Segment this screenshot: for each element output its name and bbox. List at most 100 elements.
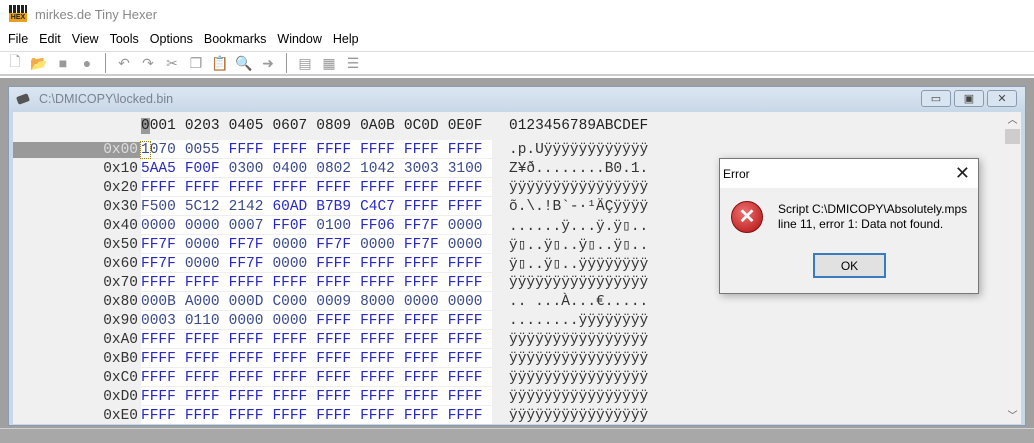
hex-word[interactable]: FFFF — [185, 275, 220, 291]
hex-word[interactable]: FFFF — [360, 180, 395, 196]
goto-icon[interactable]: ➜ — [259, 54, 277, 72]
menu-options[interactable]: Options — [146, 32, 200, 46]
view-record-icon[interactable]: ▦ — [320, 54, 338, 72]
row-ascii[interactable]: ÿÿÿÿÿÿÿÿÿÿÿÿÿÿÿÿ — [509, 180, 648, 196]
table-row[interactable]: 0xC0 FFFF FFFF FFFF FFFF FFFF FFFF FFFF FFFF ÿÿÿÿ… — [13, 370, 1013, 389]
hex-word[interactable]: 8000 — [360, 294, 395, 310]
paste-icon[interactable]: 📋 — [211, 54, 229, 72]
hex-word[interactable]: 5C12 — [185, 199, 220, 215]
open-folder-icon[interactable]: 📂 — [30, 54, 48, 72]
menu-bookmarks[interactable]: Bookmarks — [200, 32, 274, 46]
hex-word[interactable]: 0055 — [185, 142, 220, 158]
hex-word[interactable]: 0000 — [229, 313, 264, 329]
hex-word[interactable]: FFFF — [448, 275, 483, 291]
undo-icon[interactable]: ↶ — [115, 54, 133, 72]
hex-word[interactable]: FFFF — [316, 370, 351, 386]
hex-word[interactable]: F500 — [141, 199, 176, 215]
hex-word[interactable]: FFFF — [316, 332, 351, 348]
hex-word[interactable]: 0000 — [185, 256, 220, 272]
hex-word[interactable]: 3003 — [404, 161, 439, 177]
hex-word[interactable]: FFFF — [448, 408, 483, 424]
hex-word[interactable]: FFFF — [448, 351, 483, 367]
row-ascii[interactable]: ÿ▯..ÿ▯..ÿ▯..ÿ▯.. — [509, 237, 648, 254]
hex-word[interactable]: FFFF — [404, 199, 439, 215]
hex-word[interactable]: FFFF — [229, 180, 264, 196]
table-row[interactable]: 0xA0 FFFF FFFF FFFF FFFF FFFF FFFF FFFF FFFF ÿÿÿÿ… — [13, 332, 1013, 351]
hex-word[interactable]: FFFF — [360, 370, 395, 386]
hex-word[interactable]: FFFF — [185, 351, 220, 367]
hex-word[interactable]: FF0F — [272, 218, 307, 234]
hex-word[interactable]: FFFF — [229, 408, 264, 424]
hex-word[interactable]: 0000 — [448, 218, 483, 234]
hex-word[interactable]: C000 — [272, 294, 307, 310]
hex-word[interactable]: FF7F — [316, 237, 351, 253]
hex-word[interactable]: 2142 — [229, 199, 264, 215]
hex-word[interactable]: FFFF — [229, 142, 264, 158]
close-button[interactable]: ✕ — [987, 90, 1017, 107]
hex-word[interactable]: FFFF — [404, 351, 439, 367]
hex-word[interactable]: 0007 — [229, 218, 264, 234]
find-icon[interactable]: 🔍 — [235, 54, 253, 72]
hex-word[interactable]: FFFF — [141, 370, 176, 386]
hex-word[interactable]: FF7F — [404, 237, 439, 253]
hex-word[interactable]: B7B9 — [316, 199, 351, 215]
hex-word[interactable]: FFFF — [141, 389, 176, 405]
hex-word[interactable]: FFFF — [185, 332, 220, 348]
scroll-up-icon[interactable]: ︿ — [1004, 112, 1021, 129]
hex-word[interactable]: FFFF — [272, 332, 307, 348]
row-ascii[interactable]: ......ÿ...ÿ.ÿ▯.. — [509, 218, 648, 235]
hex-word[interactable]: FFFF — [141, 351, 176, 367]
row-ascii[interactable]: ÿÿÿÿÿÿÿÿÿÿÿÿÿÿÿÿ — [509, 275, 648, 291]
hex-word[interactable]: FFFF — [316, 408, 351, 424]
hex-word[interactable]: FFFF — [316, 142, 351, 158]
hex-word[interactable]: FFFF — [185, 408, 220, 424]
menu-edit[interactable]: Edit — [35, 32, 68, 46]
hex-word[interactable]: FFFF — [404, 389, 439, 405]
hex-word[interactable]: 5AA5 — [141, 161, 176, 177]
hex-word[interactable]: 0100 — [316, 218, 351, 234]
hex-word[interactable]: FFFF — [272, 370, 307, 386]
hex-word[interactable]: FFFF — [360, 275, 395, 291]
hex-word[interactable]: 0300 — [229, 161, 264, 177]
hex-word[interactable]: FFFF — [229, 351, 264, 367]
hex-word[interactable]: 0400 — [272, 161, 307, 177]
hex-word[interactable]: FF7F — [404, 218, 439, 234]
hex-word[interactable]: FF7F — [141, 256, 176, 272]
hex-word[interactable]: FFFF — [404, 313, 439, 329]
row-ascii[interactable]: ........ÿÿÿÿÿÿÿÿ — [509, 313, 648, 329]
hex-word[interactable]: FFFF — [185, 180, 220, 196]
hex-word[interactable]: FFFF — [272, 275, 307, 291]
table-row[interactable]: 0xE0 FFFF FFFF FFFF FFFF FFFF FFFF FFFF FFFF ÿÿÿÿ… — [13, 408, 1013, 424]
redo-icon[interactable]: ↷ — [139, 54, 157, 72]
hex-word[interactable]: FFFF — [316, 275, 351, 291]
hex-word[interactable]: FFFF — [316, 180, 351, 196]
hex-word[interactable]: FFFF — [360, 142, 395, 158]
hex-word[interactable]: FFFF — [448, 199, 483, 215]
view-list-icon[interactable]: ☰ — [344, 54, 362, 72]
hex-word[interactable]: 0000 — [272, 256, 307, 272]
row-ascii[interactable]: ÿÿÿÿÿÿÿÿÿÿÿÿÿÿÿÿ — [509, 370, 648, 386]
hex-word[interactable]: FF7F — [229, 256, 264, 272]
hex-word[interactable]: 0000 — [272, 237, 307, 253]
hex-word[interactable]: 0110 — [185, 313, 220, 329]
hex-word[interactable]: FFFF — [185, 370, 220, 386]
row-ascii[interactable]: ÿÿÿÿÿÿÿÿÿÿÿÿÿÿÿÿ — [509, 408, 648, 424]
hex-word[interactable]: FFFF — [360, 256, 395, 272]
hex-word[interactable]: 0000 — [185, 218, 220, 234]
hex-word[interactable]: FFFF — [316, 389, 351, 405]
dialog-close-icon[interactable]: ✕ — [955, 163, 970, 183]
table-row[interactable]: 0x90 0003 0110 0000 0000 FFFF FFFF FFFF FFFF....… — [13, 313, 1013, 332]
hex-word[interactable]: A000 — [185, 294, 220, 310]
new-file-icon[interactable]: 🗋 — [6, 53, 24, 72]
hex-word[interactable]: 1070 — [140, 141, 176, 159]
hex-word[interactable]: 0000 — [141, 218, 176, 234]
hex-word[interactable]: FFFF — [360, 332, 395, 348]
hex-word[interactable]: FFFF — [448, 332, 483, 348]
hex-word[interactable]: FFFF — [448, 180, 483, 196]
hex-word[interactable]: FFFF — [229, 332, 264, 348]
hex-word[interactable]: FFFF — [229, 389, 264, 405]
restore-button[interactable]: ▣ — [954, 90, 984, 107]
minimize-button[interactable]: ▭ — [921, 90, 951, 107]
menu-window[interactable]: Window — [273, 32, 328, 46]
hex-word[interactable]: 3100 — [448, 161, 483, 177]
